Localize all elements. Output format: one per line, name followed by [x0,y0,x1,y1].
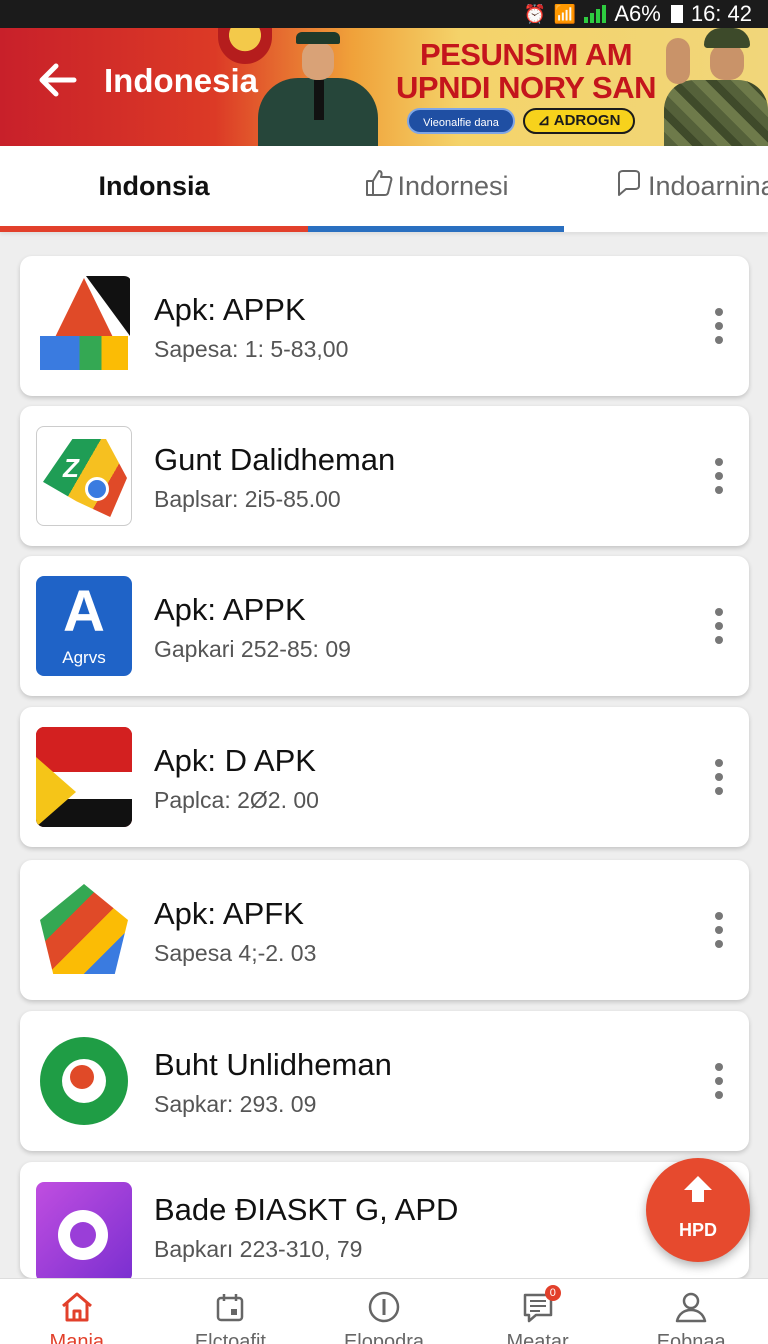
list-item[interactable]: Apk: APPK Sapesa: 1: 5-83,00 [20,256,749,396]
app-name: Bade ÐIASKT G, APD [154,1192,459,1227]
app-name: Buht Unlidheman [154,1047,392,1082]
nav-label: Meatar [506,1331,569,1344]
app-name: Gunt Dalidheman [154,442,396,477]
soldier-illustration [660,28,768,146]
tab-bar: Indonsia Indornesi Indoarnina [0,146,768,232]
upload-fab-button[interactable]: HPD [646,1158,750,1262]
tab-label: Indonsia [98,170,210,201]
app-name: Apk: APFK [154,896,304,931]
blue-a-app-icon: A Agrvs [36,576,132,676]
battery-icon [670,5,683,23]
list-item[interactable]: Apk: D APK Paplca: 2Ø2. 00 [20,707,749,847]
list-item[interactable]: Apk: APFK Sapesa 4;-2. 03 [20,860,749,1000]
battery-level: A6% [614,1,661,26]
message-icon [461,1289,615,1332]
purple-music-app-icon [36,1182,132,1282]
nav-label: Elopodra [343,1331,425,1344]
tab-label: Indornesi [397,170,509,201]
more-options-icon[interactable] [707,753,731,801]
app-meta: Baplsar: 2i5-85.00 [154,486,341,512]
more-options-icon[interactable] [707,1057,731,1105]
officer-illustration [236,32,396,146]
green-circle-app-icon [36,1031,132,1131]
nav-item-meatar[interactable]: 0 Meatar [461,1279,615,1344]
home-icon [0,1289,154,1332]
banner-headline: PESUNSIM AM UPNDI NORY SAN [396,38,656,104]
nav-item-elctoafit[interactable]: Elctoafit [154,1279,308,1344]
more-options-icon[interactable] [707,602,731,650]
signal-icon [584,5,607,23]
triangle-a-app-icon [36,276,132,376]
list-item[interactable]: A Agrvs Apk: APPK Gapkari 252-85: 09 [20,556,749,696]
app-meta: Sapesa: 1: 5-83,00 [154,336,349,362]
app-name: Apk: APPK [154,292,306,327]
app-name: Apk: D APK [154,743,316,778]
clock: 16: 42 [690,1,752,26]
list-item[interactable]: Buht Unlidheman Sapkar: 293. 09 [20,1011,749,1151]
tab-indicator-secondary [308,226,564,232]
info-circle-icon [307,1289,461,1332]
active-tab-indicator [0,226,308,232]
upload-arrow-icon [646,1172,750,1217]
banner-primary-button[interactable]: Vieonalfie dana [407,108,515,134]
person-icon [614,1289,768,1332]
list-item[interactable]: Bade ÐIASKT G, APD Bapkarı 223-310, 79 [20,1162,749,1282]
app-icon-text: Agrvs [62,648,106,667]
banner-headline-line2: UPNDI NORY SAN [396,70,656,105]
bottom-nav: Manja Elctoafit Elopodra 0 Meatar Eobnaa [0,1278,768,1344]
banner-headline-line1: PESUNSIM AM [419,37,633,72]
page-title: Indonesia [104,62,259,99]
nav-label: Eobnaa [656,1331,726,1344]
wifi-icon: 📶 [553,3,577,24]
notification-badge: 0 [544,1285,561,1301]
status-bar: ⏰ 📶 A6% 16: 42 [0,0,768,28]
back-arrow-icon [39,63,77,97]
tab-label: Indoarnina [648,170,768,201]
back-arrow-button[interactable] [34,56,82,104]
app-meta: Bapkarı 223-310, 79 [154,1236,363,1262]
list-item[interactable]: Z Gunt Dalidheman Baplsar: 2i5-85.00 [20,406,749,546]
app-meta: Sapkar: 293. 09 [154,1091,317,1117]
app-name: Apk: APPK [154,592,306,627]
nav-item-eobnaa[interactable]: Eobnaa [614,1279,768,1344]
chat-bubble-icon [614,168,644,205]
nav-label: Elctoafit [194,1331,266,1344]
app-meta: Paplca: 2Ø2. 00 [154,787,319,813]
alarm-icon: ⏰ [523,3,546,24]
nav-label: Manja [49,1331,105,1344]
flag-app-icon [36,727,132,827]
banner-secondary-button[interactable]: ⊿ ADROGN [523,108,635,134]
more-options-icon[interactable] [707,906,731,954]
more-options-icon[interactable] [707,302,731,350]
header-banner: Indonesia PESUNSIM AM UPNDI NORY SAN Vie… [0,28,768,146]
nav-item-elopodra[interactable]: Elopodra [307,1279,461,1344]
colorful-triangle-app-icon [36,880,132,980]
nav-item-manja[interactable]: Manja [0,1279,154,1344]
fab-label: HPD [678,1220,717,1240]
more-options-icon[interactable] [707,452,731,500]
map-pin-app-icon: Z [36,426,132,526]
tab-indoarnina[interactable]: Indoarnina [564,146,768,226]
tab-indornesi[interactable]: Indornesi [308,146,564,226]
calendar-icon [154,1289,308,1332]
tab-indonsia[interactable]: Indonsia [0,146,308,226]
app-meta: Sapesa 4;-2. 03 [154,940,317,966]
app-meta: Gapkari 252-85: 09 [154,636,351,662]
thumbs-up-icon [363,168,393,205]
